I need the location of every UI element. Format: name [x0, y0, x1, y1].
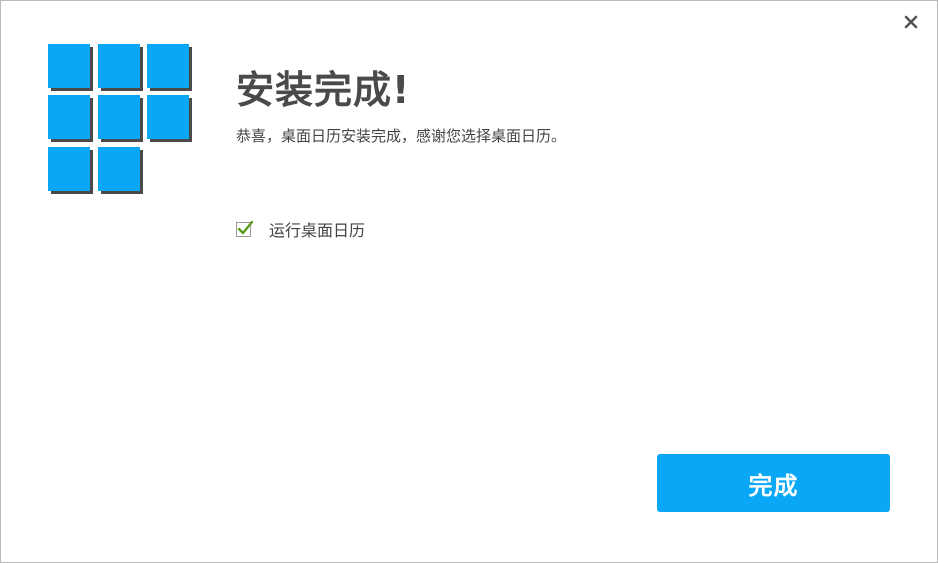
finish-button[interactable]: 完成	[657, 454, 890, 512]
close-button[interactable]	[900, 11, 922, 33]
page-title: 安装完成!	[236, 68, 411, 112]
logo-tile	[98, 95, 140, 139]
logo-tile	[48, 147, 90, 191]
logo-tile	[98, 44, 140, 88]
run-app-option[interactable]: 运行桌面日历	[236, 217, 365, 241]
checkmark-icon	[237, 220, 254, 234]
run-app-label: 运行桌面日历	[269, 221, 366, 240]
close-icon	[904, 15, 918, 29]
logo-tile	[147, 95, 189, 139]
installer-window: 安装完成! 恭喜，桌面日历安装完成，感谢您选择桌面日历。 运行桌面日历 完成	[0, 0, 938, 563]
completion-message: 恭喜，桌面日历安装完成，感谢您选择桌面日历。	[236, 127, 567, 145]
run-app-checkbox[interactable]	[236, 220, 254, 237]
logo-tile	[147, 44, 189, 88]
logo-tile	[98, 147, 140, 191]
app-logo	[48, 44, 194, 194]
logo-tile	[48, 44, 90, 88]
logo-tile	[48, 95, 90, 139]
